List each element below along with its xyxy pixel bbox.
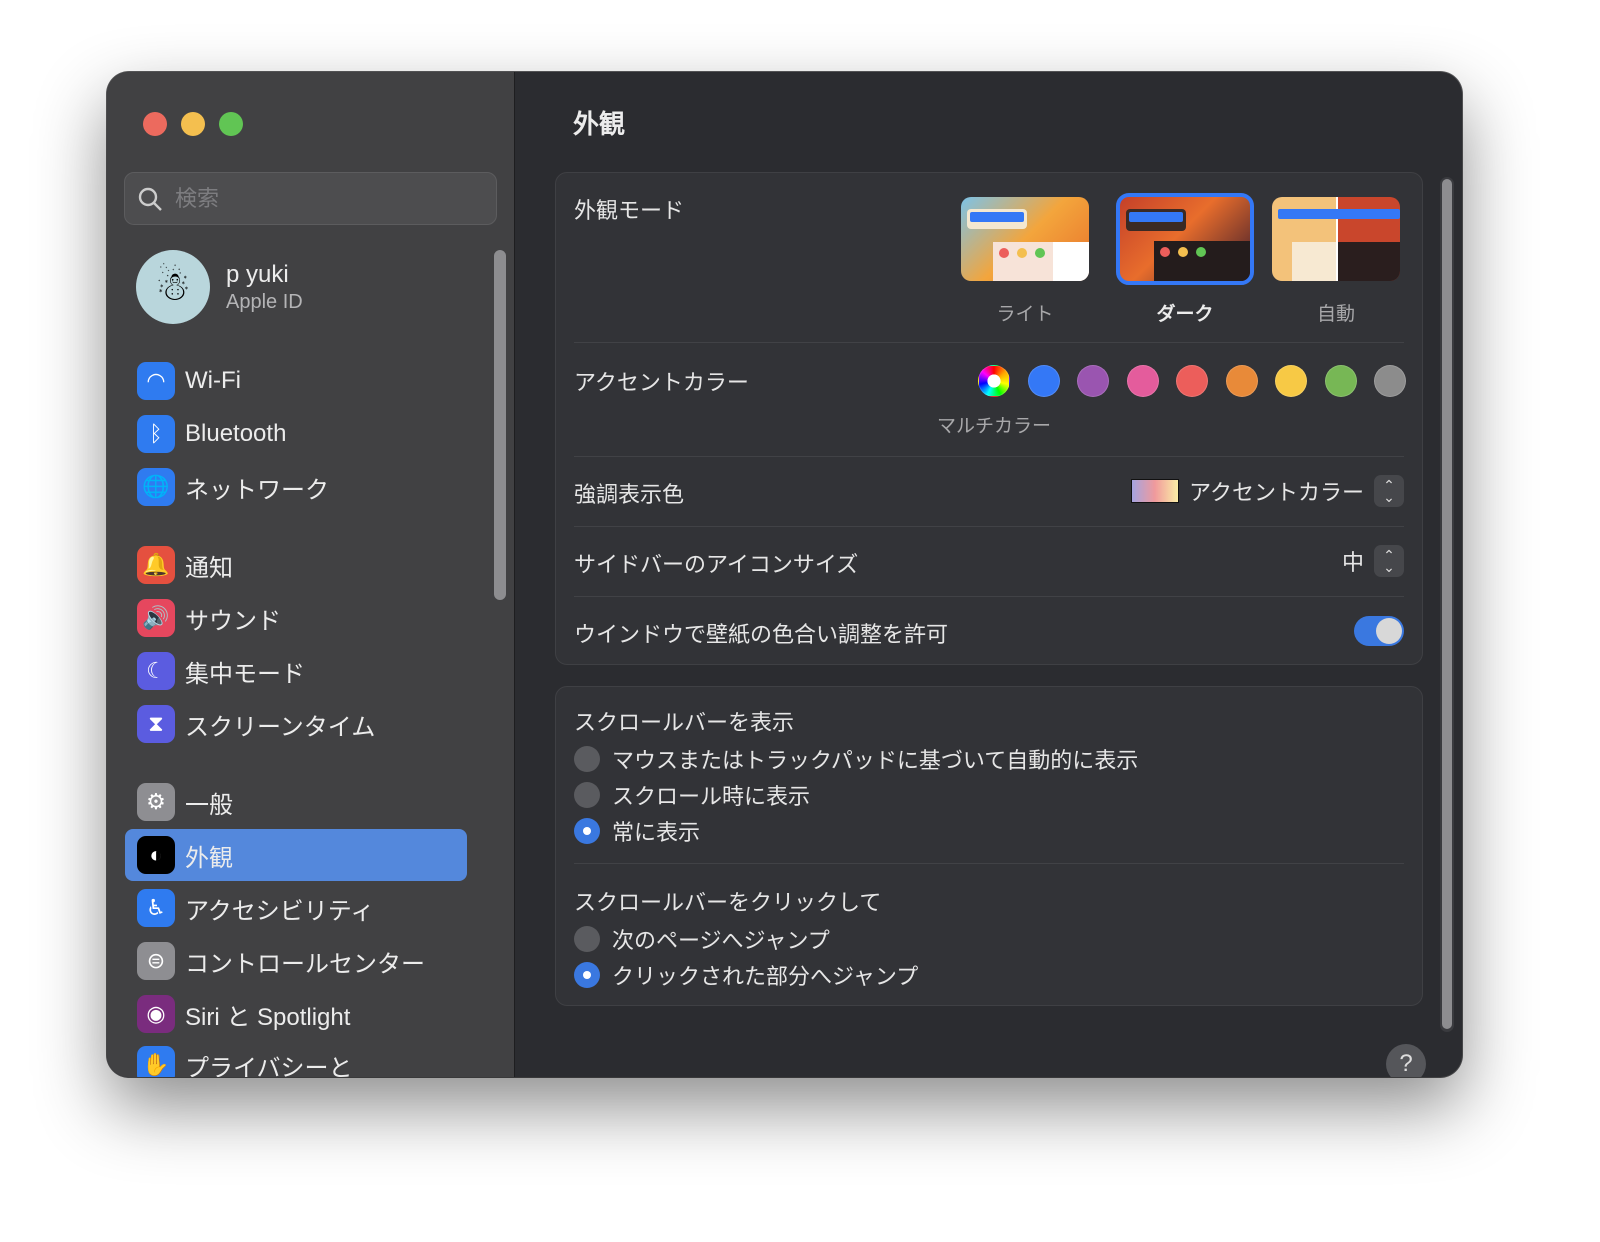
speaker-icon: 🔊 [137, 599, 175, 637]
radio-always[interactable]: 常に表示 [574, 815, 700, 847]
appearance-card: 外観モード ライト ダーク 自動 アクセントカラー マルチカラー 強調表示色 ア… [555, 172, 1423, 665]
chevron-updown-icon: ⌃ ⌄ [1374, 545, 1404, 577]
page-title: 外観 [573, 109, 626, 139]
accent-color-label: アクセントカラー [574, 370, 749, 395]
sidebar: ☃ p yuki Apple ID ◠ Wi-Fi ᛒ Bluetooth 🌐 ネットワー… [107, 72, 515, 1077]
sidebar-item-label: アクセシビリティ [185, 897, 375, 925]
profile-subtitle: Apple ID [226, 290, 303, 313]
sidebar-icon-size-label: サイドバーのアイコンサイズ [574, 552, 859, 577]
sidebar-item[interactable]: ⧗ スクリーンタイム [125, 698, 467, 750]
apple-id-profile[interactable]: ☃ p yuki Apple ID [136, 250, 303, 324]
sidebar-item[interactable]: ☾ 集中モード [125, 645, 467, 697]
wallpaper-tinting-label: ウインドウで壁紙の色合い調整を許可 [574, 622, 949, 647]
sidebar-item[interactable]: ⚙ 一般 [125, 776, 467, 828]
highlight-color-label: 強調表示色 [574, 482, 685, 507]
wallpaper-tinting-toggle[interactable] [1354, 616, 1404, 646]
sidebar-item-label: 一般 [185, 791, 233, 819]
dark-mode-label: ダーク [1156, 304, 1214, 325]
sidebar-icon-size-popup[interactable]: 中 ⌃ ⌄ [1342, 545, 1404, 577]
radio-when-scrolling[interactable]: スクロール時に表示 [574, 779, 810, 811]
sidebar-item-label: Siri と Spotlight [185, 1003, 351, 1031]
sidebar-item[interactable]: 🔔 通知 [125, 539, 467, 591]
light-mode-thumbnail[interactable] [961, 197, 1089, 281]
accent-color-swatch[interactable] [1126, 365, 1159, 397]
accessibility-icon: ♿ [137, 889, 175, 927]
color-swatch [1131, 479, 1180, 503]
highlight-color-row: 強調表示色 アクセントカラー ⌃ ⌄ [574, 457, 1404, 527]
sidebar-item-label: コントロールセンター [185, 950, 425, 978]
appearance-mode-row: 外観モード ライト ダーク 自動 [574, 173, 1404, 343]
auto-mode-label: 自動 [1316, 304, 1355, 325]
accent-color-swatch[interactable] [1374, 365, 1406, 397]
sidebar-item-label: 外観 [185, 844, 233, 872]
globe-icon: 🌐 [137, 468, 175, 506]
sidebar-item[interactable]: ◐ 外観 [125, 829, 467, 881]
sidebar-item-label: サウンド [185, 607, 281, 635]
appearance-mode-label: 外観モード [574, 198, 685, 223]
wallpaper-tinting-row: ウインドウで壁紙の色合い調整を許可 [574, 597, 1404, 665]
accent-color-swatch[interactable] [1275, 365, 1307, 397]
sidebar-item[interactable]: ◉ Siri と Spotlight [125, 988, 467, 1040]
help-button[interactable]: ? [1386, 1044, 1426, 1077]
sidebar-item[interactable]: ᛒ Bluetooth [125, 408, 467, 460]
hourglass-icon: ⧗ [137, 705, 175, 743]
moon-icon: ☾ [137, 652, 175, 690]
sidebar-item-label: プライバシーと [185, 1054, 353, 1078]
search-input[interactable] [175, 185, 475, 212]
accent-color-swatch[interactable] [1324, 365, 1357, 397]
content-scrollbar[interactable] [1440, 177, 1454, 1032]
radio-clicked-spot[interactable]: クリックされた部分へジャンプ [574, 959, 918, 991]
siri-icon: ◉ [137, 995, 175, 1033]
sidebar-item-label: Wi-Fi [185, 367, 241, 394]
highlight-color-popup[interactable]: アクセントカラー ⌃ ⌄ [1131, 475, 1404, 507]
click-scrollbar-label: スクロールバーをクリックして [574, 890, 882, 915]
show-scrollbars-label: スクロールバーを表示 [574, 710, 795, 735]
accent-color-caption: マルチカラー [936, 416, 1051, 437]
accent-color-swatch[interactable] [978, 365, 1010, 397]
appearance-icon: ◐ [137, 836, 175, 874]
sidebar-item-label: スクリーンタイム [185, 713, 376, 741]
sidebar-item[interactable]: 🔊 サウンド [125, 592, 467, 644]
highlight-color-value: アクセントカラー [1189, 480, 1364, 505]
radio-auto[interactable]: マウスまたはトラックパッドに基づいて自動的に表示 [574, 743, 1138, 775]
accent-color-swatch[interactable] [1027, 365, 1060, 397]
sidebar-item-label: 集中モード [185, 660, 305, 688]
sidebar-item[interactable]: ♿ アクセシビリティ [125, 882, 467, 934]
bluetooth-icon: ᛒ [137, 415, 175, 453]
settings-window: ☃ p yuki Apple ID ◠ Wi-Fi ᛒ Bluetooth 🌐 ネットワー… [107, 72, 1462, 1077]
bell-icon: 🔔 [137, 546, 175, 584]
sidebar-item-label: Bluetooth [185, 420, 287, 447]
scrollbar-card: スクロールバーを表示 マウスまたはトラックパッドに基づいて自動的に表示 スクロー… [555, 686, 1423, 1006]
zoom-button[interactable] [219, 112, 243, 136]
accent-color-swatch[interactable] [1077, 365, 1109, 397]
close-button[interactable] [143, 112, 167, 136]
search-icon [138, 187, 162, 211]
dark-mode-thumbnail[interactable] [1116, 193, 1254, 285]
hand-icon: ✋ [137, 1046, 175, 1077]
sidebar-item-label: 通知 [185, 554, 233, 582]
auto-mode-thumbnail[interactable] [1272, 197, 1400, 281]
sidebar-item[interactable]: ◠ Wi-Fi [125, 355, 467, 407]
sidebar-item-label: ネットワーク [185, 476, 329, 504]
sidebar-scrollbar[interactable] [494, 250, 506, 600]
search-field[interactable] [124, 172, 497, 225]
radio-next-page[interactable]: 次のページへジャンプ [574, 923, 830, 955]
accent-color-row: アクセントカラー マルチカラー [574, 343, 1406, 457]
accent-color-swatch[interactable] [1176, 365, 1208, 397]
profile-name: p yuki [226, 260, 289, 288]
accent-color-swatch[interactable] [1225, 365, 1258, 397]
wifi-icon: ◠ [137, 362, 175, 400]
chevron-updown-icon: ⌃ ⌄ [1374, 475, 1404, 507]
sidebar-item[interactable]: ✋ プライバシーと [125, 1039, 467, 1077]
sidebar-icon-size-value: 中 [1341, 550, 1364, 575]
toggles-icon: ⊜ [137, 942, 175, 980]
avatar: ☃ [136, 250, 210, 324]
gear-icon: ⚙ [137, 783, 175, 821]
divider [574, 863, 1404, 864]
sidebar-icon-size-row: サイドバーのアイコンサイズ 中 ⌃ ⌄ [574, 527, 1404, 597]
sidebar-item[interactable]: 🌐 ネットワーク [125, 461, 467, 513]
light-mode-label: ライト [996, 304, 1054, 325]
minimize-button[interactable] [181, 112, 205, 136]
sidebar-item[interactable]: ⊜ コントロールセンター [125, 935, 467, 987]
